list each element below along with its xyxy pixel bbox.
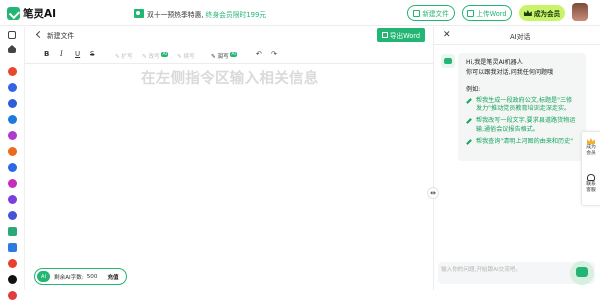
- gift-icon: [134, 9, 144, 18]
- recharge-link[interactable]: 充值: [107, 273, 118, 281]
- tool-more-icon[interactable]: [8, 291, 17, 300]
- crown-icon: [587, 138, 595, 144]
- pencil-icon: [466, 139, 472, 145]
- left-sidebar: [0, 27, 25, 300]
- polish-ai-pill: AI: [230, 52, 237, 57]
- tool-doc-icon[interactable]: [8, 99, 17, 108]
- toolbar-divider: [25, 63, 433, 64]
- float-vip-button[interactable]: 成为 会员: [582, 138, 600, 157]
- tool-indigo-icon[interactable]: [8, 211, 17, 220]
- floating-side-panel: 成为 会员 联系 客服: [581, 131, 600, 206]
- tool-red-icon[interactable]: [8, 67, 17, 76]
- example-prompt[interactable]: 帮我改写一段文字,要求县道路货物运输,通俗会议报告格式。: [466, 117, 586, 134]
- tool-magenta-icon[interactable]: [8, 179, 17, 188]
- bold-button[interactable]: B: [44, 50, 49, 58]
- panel-divider: [433, 27, 434, 290]
- example-prompt-text: 帮我改写一段文字,要求县道路货物运输,通俗会议报告格式。: [476, 117, 576, 133]
- example-prompt[interactable]: 帮我生成一段政府公文,标题是"三修发力"推动党员教育培训走深走实。: [466, 97, 586, 114]
- editor-placeholder[interactable]: 在左侧指令区输入相关信息: [141, 67, 319, 88]
- bot-avatar-icon: [441, 54, 455, 68]
- expand-label: 扩写: [121, 54, 133, 60]
- italic-button[interactable]: I: [60, 50, 63, 58]
- editor-header: 新建文件: [25, 27, 433, 45]
- tool-table-icon[interactable]: [8, 243, 17, 252]
- collapse-sidebar-icon[interactable]: [8, 31, 16, 39]
- float-contact-button[interactable]: 联系 客服: [582, 174, 600, 194]
- polish-button[interactable]: ✎ 润写 AI: [211, 52, 237, 60]
- expand-button[interactable]: ✎ 扩写: [115, 52, 133, 60]
- export-word-button[interactable]: 导出Word: [377, 28, 425, 42]
- new-file-icon: [413, 9, 421, 17]
- pencil-icon: [466, 97, 472, 104]
- promo-text: 双十一预热季特惠,: [147, 10, 204, 19]
- tool-orange-icon[interactable]: [8, 147, 17, 156]
- upload-word-button[interactable]: 上传Word: [462, 5, 512, 21]
- example-prompt[interactable]: 帮我查询"清明上河图的由来和历史": [466, 138, 586, 146]
- tiktok-icon[interactable]: [8, 275, 17, 284]
- greeting-bubble: Hi,我是笔灵AI机器人 你可以跟我对话,问我任何问题哦 例如: 帮我生成一段政…: [458, 53, 586, 161]
- continue-label: 续写: [183, 54, 195, 60]
- upload-word-label: 上传Word: [476, 10, 507, 18]
- robot-send-icon[interactable]: [570, 261, 594, 285]
- top-bar: 笔灵AI 双十一预热季特惠, 终身会员限时199元 新建文件 上传Word 成为…: [0, 0, 600, 26]
- vip-label: 成为会员: [533, 10, 561, 18]
- ai-chat-placeholder: 输入你的问题,开始跟AI交流吧。: [441, 267, 521, 273]
- float-vip-label: 成为 会员: [586, 145, 596, 156]
- new-file-label: 新建文件: [422, 10, 449, 18]
- undo-button[interactable]: ↶: [256, 50, 262, 58]
- app-name: 笔灵AI: [23, 7, 57, 20]
- word-count-label: 剩余AI字数:: [54, 274, 84, 281]
- promo-link[interactable]: 终身会员限时199元: [206, 9, 267, 19]
- editor-toolbar: B I U S ✎ 扩写 ✎ 改写 AI ✎ 续写 ✎ 润写 AI ↶ ↷: [25, 49, 433, 63]
- tool-globe-icon[interactable]: [8, 163, 17, 172]
- rewrite-label: 改写: [148, 54, 160, 60]
- example-prompt-text: 帮我生成一段政府公文,标题是"三修发力"推动党员教育培训走深走实。: [476, 96, 573, 112]
- vip-button[interactable]: 成为会员: [519, 5, 565, 21]
- word-count-value: 500: [86, 273, 98, 280]
- ai-panel-header: ✕ AI对话: [434, 27, 600, 45]
- continue-button[interactable]: ✎ 续写: [177, 52, 195, 60]
- ai-panel-title: AI对话: [510, 33, 531, 41]
- new-file-button[interactable]: 新建文件: [407, 5, 455, 21]
- greeting-line-1: Hi,我是笔灵AI机器人: [466, 59, 523, 66]
- tool-blue-icon[interactable]: [8, 83, 17, 92]
- tool-book-icon[interactable]: [8, 115, 17, 124]
- resize-handle-icon[interactable]: ⇹: [427, 187, 439, 199]
- polish-label: 润写: [217, 54, 229, 60]
- tool-purple-icon[interactable]: [8, 131, 17, 140]
- export-icon: [381, 32, 388, 38]
- tool-violet-icon[interactable]: [8, 195, 17, 204]
- pencil-icon: [466, 118, 472, 125]
- close-icon[interactable]: ✕: [443, 30, 451, 40]
- document-title: 新建文件: [47, 32, 75, 40]
- logo-icon: [7, 6, 20, 20]
- underline-button[interactable]: U: [75, 50, 80, 58]
- examples-label: 例如:: [466, 86, 481, 93]
- word-count-widget[interactable]: AI 剩余AI字数: 500 充值: [34, 268, 127, 285]
- float-contact-label: 联系 客服: [586, 182, 596, 193]
- tool-green-icon[interactable]: [8, 227, 17, 236]
- redo-button[interactable]: ↷: [271, 50, 277, 58]
- promo-banner[interactable]: 双十一预热季特惠, 终身会员限时199元: [134, 8, 266, 19]
- user-avatar[interactable]: [572, 3, 588, 21]
- app-logo[interactable]: 笔灵AI: [7, 6, 56, 20]
- crown-icon: [523, 10, 532, 16]
- greeting-line-2: 你可以跟我对话,问我任何问题哦: [466, 68, 554, 76]
- upload-icon: [467, 9, 475, 17]
- back-icon[interactable]: [35, 30, 44, 39]
- strikethrough-button[interactable]: S: [90, 50, 94, 58]
- home-icon[interactable]: [8, 45, 16, 53]
- example-prompt-text: 帮我查询"清明上河图的由来和历史": [476, 138, 574, 146]
- rewrite-ai-pill: AI: [161, 52, 168, 57]
- tool-redbook-icon[interactable]: [8, 259, 17, 268]
- ai-badge: AI: [37, 271, 50, 282]
- export-word-label: 导出Word: [389, 32, 421, 40]
- rewrite-button[interactable]: ✎ 改写 AI: [142, 52, 168, 60]
- headset-icon: [587, 174, 595, 181]
